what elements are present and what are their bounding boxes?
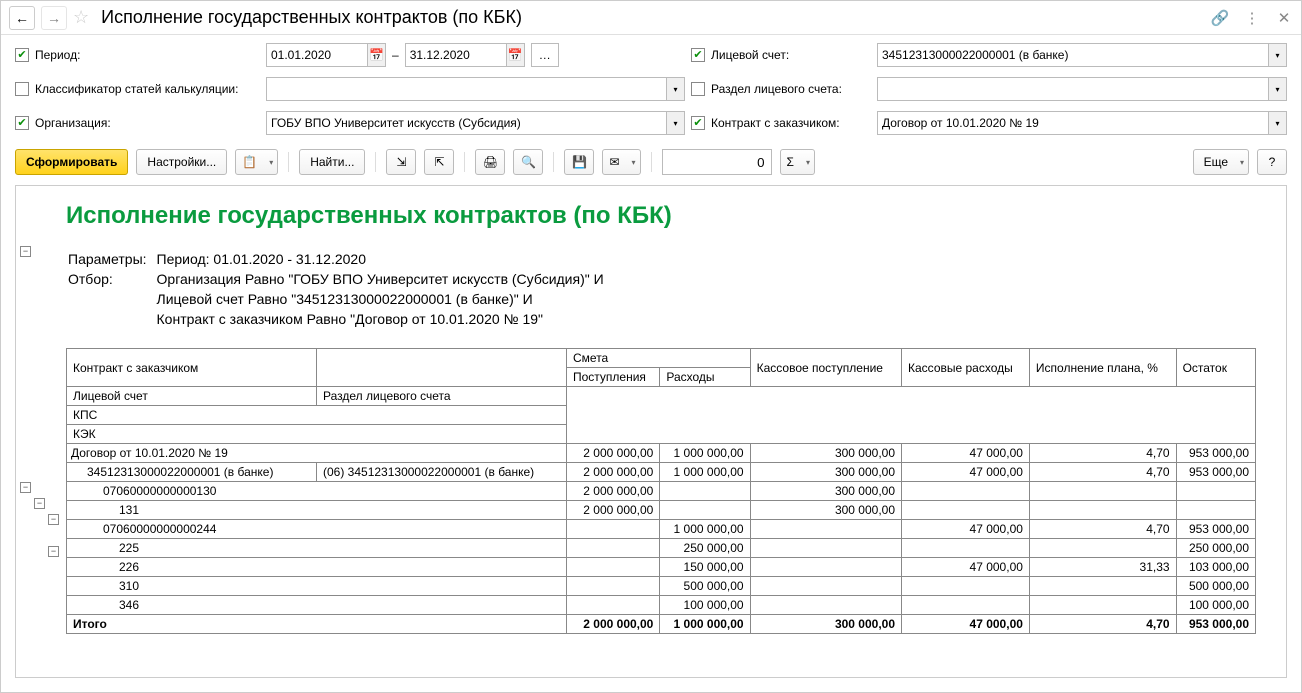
th-blank [317, 349, 567, 387]
th-cash-in: Кассовое поступление [750, 349, 901, 387]
report-params: Параметры: Период: 01.01.2020 - 31.12.20… [66, 248, 614, 330]
th-account: Лицевой счет [67, 387, 317, 406]
th-balance: Остаток [1176, 349, 1255, 387]
filter-line: Контракт с заказчиком Равно "Договор от … [157, 310, 612, 328]
sigma-button[interactable]: Σ [780, 149, 815, 175]
th-contract: Контракт с заказчиком [67, 349, 317, 387]
period-dots-button[interactable]: … [531, 43, 559, 67]
help-button[interactable]: ? [1257, 149, 1287, 175]
report-area[interactable]: Исполнение государственных контрактов (п… [15, 185, 1287, 678]
favorite-star-icon[interactable]: ☆ [73, 7, 89, 28]
period-from-field[interactable]: 📅 [266, 43, 386, 67]
th-plan-pct: Исполнение плана, % [1029, 349, 1176, 387]
calendar-icon[interactable]: 📅 [506, 44, 524, 66]
filters-panel: Период: 📅 – 📅 … Лицевой счет: [1, 35, 1301, 143]
account-input[interactable] [882, 48, 1282, 62]
org-input[interactable] [271, 116, 680, 130]
table-row: 310500 000,00500 000,00 [67, 577, 1256, 596]
th-expenses: Расходы [660, 368, 750, 387]
find-button[interactable]: Найти... [299, 149, 365, 175]
section-checkbox[interactable] [691, 82, 705, 96]
table-row: 1312 000 000,00300 000,00 [67, 501, 1256, 520]
report-title: Исполнение государственных контрактов (п… [66, 202, 1276, 230]
period-checkbox[interactable] [15, 48, 29, 62]
nav-forward-button[interactable]: → [41, 6, 67, 30]
settings-button[interactable]: Настройки... [136, 149, 227, 175]
collapse-button[interactable]: ⇱ [424, 149, 454, 175]
nav-back-button[interactable]: ← [9, 6, 35, 30]
org-field[interactable]: ▾ [266, 111, 685, 135]
table-row: 070600000000001302 000 000,00300 000,00 [67, 482, 1256, 501]
section-field[interactable]: ▾ [877, 77, 1287, 101]
th-cash-out: Кассовые расходы [902, 349, 1030, 387]
classifier-input[interactable] [271, 82, 680, 96]
table-row: 34512313000022000001 (в банке)(06) 34512… [67, 463, 1256, 482]
period-dash: – [392, 48, 399, 62]
report-table: Контракт с заказчиком Смета Кассовое пос… [66, 348, 1256, 634]
table-row: Договор от 10.01.2020 № 192 000 000,001 … [67, 444, 1256, 463]
classifier-field[interactable]: ▾ [266, 77, 685, 101]
dropdown-icon[interactable]: ▾ [1268, 78, 1286, 100]
th-receipts: Поступления [567, 368, 660, 387]
dropdown-icon[interactable]: ▾ [1268, 44, 1286, 66]
tree-toggle[interactable] [34, 498, 45, 509]
contract-input[interactable] [882, 116, 1282, 130]
account-checkbox[interactable] [691, 48, 705, 62]
org-label: Организация: [35, 116, 260, 130]
classifier-checkbox[interactable] [15, 82, 29, 96]
account-field[interactable]: ▾ [877, 43, 1287, 67]
contract-field[interactable]: ▾ [877, 111, 1287, 135]
contract-label: Контракт с заказчиком: [711, 116, 871, 130]
section-label: Раздел лицевого счета: [711, 82, 871, 96]
link-icon[interactable]: 🔗 [1211, 9, 1229, 27]
email-button[interactable]: ✉ [602, 149, 640, 175]
tree-toggle[interactable] [48, 546, 59, 557]
total-row: Итого 2 000 000,00 1 000 000,00 300 000,… [67, 615, 1256, 634]
tree-gutter [16, 186, 64, 677]
table-row: 070600000000002441 000 000,0047 000,004,… [67, 520, 1256, 539]
generate-button[interactable]: Сформировать [15, 149, 128, 175]
th-kek: КЭК [67, 425, 567, 444]
period-to-field[interactable]: 📅 [405, 43, 525, 67]
window-title: Исполнение государственных контрактов (п… [101, 7, 1205, 28]
save-button[interactable]: 💾 [564, 149, 594, 175]
filter-line: Организация Равно "ГОБУ ВПО Университет … [157, 270, 612, 288]
section-input[interactable] [882, 82, 1282, 96]
number-input[interactable] [662, 149, 772, 175]
params-text: Период: 01.01.2020 - 31.12.2020 [157, 250, 612, 268]
dropdown-icon[interactable]: ▾ [666, 112, 684, 134]
th-kps: КПС [67, 406, 567, 425]
kebab-menu-icon[interactable]: ⋮ [1243, 9, 1261, 27]
filter-label: Отбор: [68, 270, 155, 288]
period-from-input[interactable] [271, 48, 381, 62]
period-to-input[interactable] [410, 48, 520, 62]
table-row: 346100 000,00100 000,00 [67, 596, 1256, 615]
filter-line: Лицевой счет Равно "34512313000022000001… [157, 290, 612, 308]
tree-toggle[interactable] [48, 514, 59, 525]
table-row: 226150 000,0047 000,0031,33103 000,00 [67, 558, 1256, 577]
th-estimate: Смета [567, 349, 751, 368]
params-label: Параметры: [68, 250, 155, 268]
org-checkbox[interactable] [15, 116, 29, 130]
th-section: Раздел лицевого счета [317, 387, 567, 406]
more-button[interactable]: Еще [1193, 149, 1249, 175]
period-label: Период: [35, 48, 260, 62]
titlebar: ← → ☆ Исполнение государственных контрак… [1, 1, 1301, 35]
expand-button[interactable]: ⇲ [386, 149, 416, 175]
calendar-icon[interactable]: 📅 [367, 44, 385, 66]
paste-button[interactable]: 📋 [235, 149, 278, 175]
account-label: Лицевой счет: [711, 48, 871, 62]
print-button[interactable]: 🖨 [475, 149, 505, 175]
table-row: 225250 000,00250 000,00 [67, 539, 1256, 558]
preview-button[interactable]: 🔍 [513, 149, 543, 175]
dropdown-icon[interactable]: ▾ [1268, 112, 1286, 134]
classifier-label: Классификатор статей калькуляции: [35, 82, 260, 96]
close-icon[interactable]: ✕ [1275, 9, 1293, 27]
total-label: Итого [67, 615, 567, 634]
contract-checkbox[interactable] [691, 116, 705, 130]
tree-toggle[interactable] [20, 482, 31, 493]
tree-toggle[interactable] [20, 246, 31, 257]
dropdown-icon[interactable]: ▾ [666, 78, 684, 100]
toolbar: Сформировать Настройки... 📋 Найти... ⇲ ⇱… [1, 143, 1301, 185]
